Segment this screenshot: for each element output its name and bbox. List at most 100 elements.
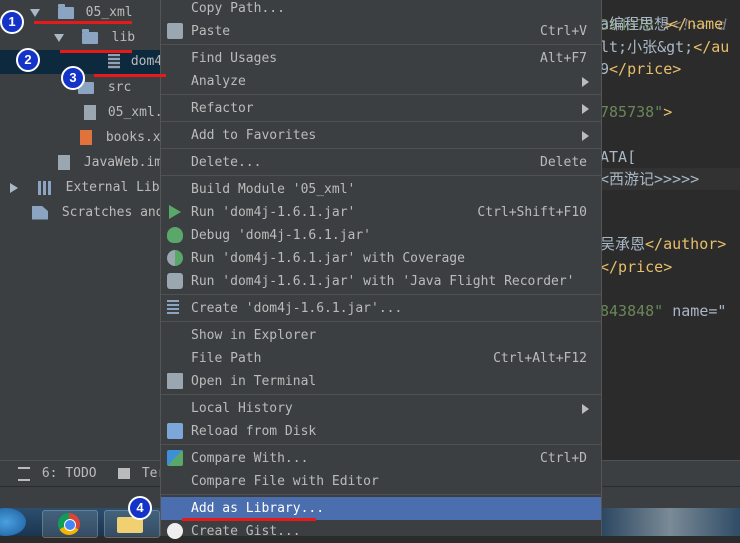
menu-item-debug-dom4j-1-6-1-jar[interactable]: Debug 'dom4j-1.6.1.jar' — [161, 224, 601, 247]
folder-icon — [57, 3, 74, 19]
submenu-arrow-icon — [582, 104, 589, 114]
menu-separator — [161, 175, 601, 176]
menu-item-label: Copy Path... — [191, 1, 285, 16]
menu-item-reload-from-disk[interactable]: Reload from Disk — [161, 420, 601, 443]
expand-arrow-icon[interactable] — [30, 8, 40, 17]
submenu-arrow-icon — [582, 404, 589, 414]
menu-item-show-in-explorer[interactable]: Show in Explorer — [161, 324, 601, 347]
menu-item-add-to-favorites[interactable]: Add to Favorites — [161, 124, 601, 147]
tree-label: 05_xml. — [107, 105, 163, 120]
menu-item-local-history[interactable]: Local History — [161, 397, 601, 420]
menu-item-label: Run 'dom4j-1.6.1.jar' — [191, 205, 356, 220]
menu-item-add-as-library[interactable]: Add as Library... — [161, 497, 601, 520]
menu-item-label: Delete... — [191, 155, 262, 170]
code-line-5: 785738"> — [600, 103, 673, 121]
menu-item-label: Build Module '05_xml' — [191, 182, 356, 197]
menu-item-label: Open in Terminal — [191, 374, 317, 389]
menu-item-shortcut: Alt+F7 — [540, 51, 587, 66]
expand-arrow-icon[interactable] — [54, 33, 64, 42]
menu-item-refactor[interactable]: Refactor — [161, 97, 601, 120]
menu-separator — [161, 94, 601, 95]
code-line-3: lt;小张&gt;</au — [600, 38, 730, 56]
menu-separator — [161, 444, 601, 445]
menu-item-label: Compare File with Editor — [191, 474, 379, 489]
jar-file-icon — [167, 300, 179, 316]
tree-label: JavaWeb.im — [83, 155, 163, 170]
code-editor[interactable]: 384378 ><!-- d a编程思想</name lt;小张&gt;</au… — [600, 0, 740, 460]
submenu-arrow-icon — [582, 77, 589, 87]
menu-item-shortcut: Delete — [540, 155, 587, 170]
code-line-8: 吴承恩</author> — [600, 235, 727, 253]
menu-item-create-gist[interactable]: Create Gist... — [161, 520, 601, 543]
annotation-underline-2 — [60, 50, 132, 53]
code-line-7: <西游记>>>>> — [600, 168, 740, 190]
terminal-tab[interactable]: Ter — [118, 466, 165, 481]
chrome-taskbar-button[interactable] — [42, 510, 98, 538]
menu-item-paste[interactable]: Paste Ctrl+V — [161, 20, 601, 43]
menu-item-create-dom4j-1-6-1-jar[interactable]: Create 'dom4j-1.6.1.jar'... — [161, 297, 601, 320]
tree-node-javaweb-iml[interactable]: JavaWeb.im — [58, 151, 162, 175]
todo-tab[interactable]: 6: TODO — [18, 466, 97, 481]
menu-item-delete[interactable]: Delete... Delete — [161, 151, 601, 174]
menu-item-shortcut: Ctrl+Alt+F12 — [493, 351, 587, 366]
run-icon — [169, 205, 181, 219]
menu-item-analyze[interactable]: Analyze — [161, 70, 601, 93]
menu-item-run-dom4j-1-6-1-jar[interactable]: Run 'dom4j-1.6.1.jar' Ctrl+Shift+F10 — [161, 201, 601, 224]
menu-item-copy-path[interactable]: Copy Path... — [161, 0, 601, 20]
menu-item-label: Analyze — [191, 74, 246, 89]
jar-file-icon — [108, 54, 120, 69]
file-icon — [58, 155, 70, 170]
menu-separator — [161, 121, 601, 122]
menu-item-label: Local History — [191, 401, 293, 416]
tree-node-scratches[interactable]: Scratches and — [32, 201, 164, 225]
start-button[interactable] — [0, 508, 26, 536]
tree-node-src[interactable]: src — [78, 76, 131, 100]
tree-node-books-xml[interactable]: books.x — [80, 126, 161, 150]
annotation-marker-3: 3 — [61, 66, 85, 90]
tree-label: lib — [111, 30, 136, 45]
file-icon — [84, 105, 96, 120]
menu-separator — [161, 44, 601, 45]
tree-label: 05_xml — [85, 5, 133, 20]
menu-item-compare-with[interactable]: Compare With... Ctrl+D — [161, 447, 601, 470]
expand-arrow-icon[interactable] — [10, 182, 18, 193]
menu-separator — [161, 394, 601, 395]
code-line-2: a编程思想</name — [600, 15, 724, 33]
annotation-underline-3 — [94, 74, 166, 77]
debug-icon — [167, 227, 183, 243]
menu-item-label: Run 'dom4j-1.6.1.jar' with 'Java Flight … — [191, 274, 575, 289]
menu-separator — [161, 294, 601, 295]
menu-item-shortcut: Ctrl+V — [540, 24, 587, 39]
tree-label: External Libr — [65, 180, 168, 195]
tree-label: books.x — [105, 130, 161, 145]
code-line-9: </price> — [600, 258, 673, 276]
terminal-icon — [167, 373, 183, 389]
coverage-icon — [167, 250, 183, 266]
tree-node-lib[interactable]: lib — [54, 26, 135, 50]
scratches-icon — [32, 205, 48, 220]
menu-item-file-path[interactable]: File Path Ctrl+Alt+F12 — [161, 347, 601, 370]
todo-tab-label: 6: TODO — [41, 466, 97, 481]
menu-item-compare-file-with-editor[interactable]: Compare File with Editor — [161, 470, 601, 493]
menu-item-shortcut: Ctrl+Shift+F10 — [477, 205, 587, 220]
tree-node-external-libraries[interactable]: External Libr — [10, 176, 167, 200]
code-line-10: 843848" name=" — [600, 302, 727, 320]
tree-label: src — [107, 80, 132, 95]
menu-item-label: Create 'dom4j-1.6.1.jar'... — [191, 301, 403, 316]
menu-separator — [161, 494, 601, 495]
code-line-4: 9</price> — [600, 60, 682, 78]
paste-icon — [167, 23, 183, 39]
menu-item-run-dom4j-1-6-1-jar-with-coverage[interactable]: Run 'dom4j-1.6.1.jar' with Coverage — [161, 247, 601, 270]
submenu-arrow-icon — [582, 131, 589, 141]
menu-item-label: Reload from Disk — [191, 424, 317, 439]
tree-node-05-xml-iml[interactable]: 05_xml. — [84, 101, 163, 125]
annotation-underline-4 — [182, 518, 316, 521]
chrome-icon-center — [64, 519, 76, 531]
annotation-underline-1 — [34, 21, 132, 24]
menu-item-find-usages[interactable]: Find Usages Alt+F7 — [161, 47, 601, 70]
menu-item-build-module-05-xml[interactable]: Build Module '05_xml' — [161, 178, 601, 201]
menu-item-open-in-terminal[interactable]: Open in Terminal — [161, 370, 601, 393]
menu-item-run-dom4j-1-6-1-jar-with-java-flight-recorder[interactable]: Run 'dom4j-1.6.1.jar' with 'Java Flight … — [161, 270, 601, 293]
menu-item-label: Show in Explorer — [191, 328, 317, 343]
folder-icon — [81, 28, 98, 44]
